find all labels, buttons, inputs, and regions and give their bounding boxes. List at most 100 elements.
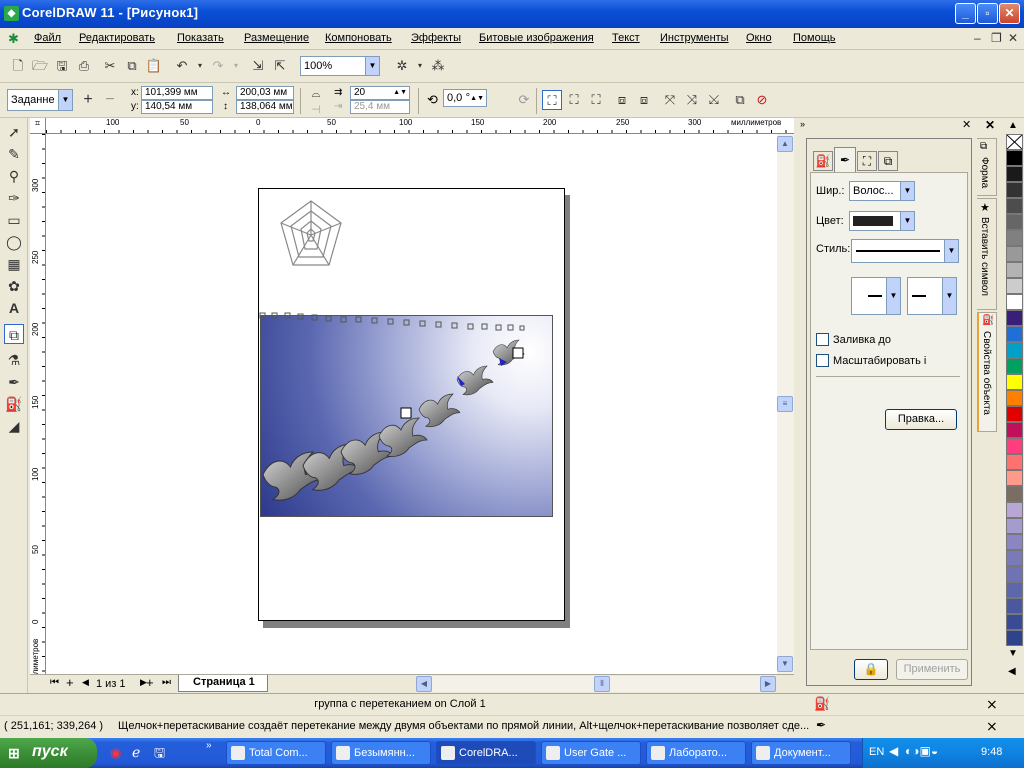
opera-icon[interactable]: ◉ bbox=[110, 745, 121, 761]
more-blend-options-icon[interactable]: ⤩ bbox=[704, 90, 724, 110]
prev-page-icon[interactable]: ◀ bbox=[82, 677, 89, 688]
doc-restore-icon[interactable]: ❐ bbox=[991, 31, 1002, 45]
menu-tools[interactable]: Инструменты bbox=[660, 32, 729, 44]
counterclockwise-blend-icon[interactable]: ⛶ bbox=[586, 90, 606, 110]
outline-width-select[interactable]: Волос... ▼ bbox=[849, 181, 915, 201]
outline-color-select[interactable]: ▼ bbox=[849, 211, 915, 231]
palette-swatch[interactable] bbox=[1006, 278, 1023, 294]
language-indicator[interactable]: EN bbox=[869, 746, 884, 758]
menu-help[interactable]: Помощь bbox=[793, 32, 836, 44]
palette-swatch[interactable] bbox=[1006, 294, 1023, 310]
palette-swatch[interactable] bbox=[1006, 438, 1023, 454]
scroll-right-icon[interactable]: ▶ bbox=[760, 676, 776, 692]
palette-swatch[interactable] bbox=[1006, 214, 1023, 230]
coreldraw-app-icon[interactable]: ◆ bbox=[4, 6, 19, 21]
palette-swatch[interactable] bbox=[1006, 230, 1023, 246]
eyedropper-tool-icon[interactable]: ⚗ bbox=[4, 350, 24, 370]
scroll-up-icon[interactable]: ▲ bbox=[777, 136, 793, 152]
height-field[interactable]: 138,064 мм bbox=[236, 100, 294, 114]
blend-tab-icon[interactable]: ⧉ bbox=[878, 151, 898, 171]
object-color-accel-icon[interactable]: ⧈ bbox=[612, 90, 632, 110]
scale-with-image-checkbox[interactable] bbox=[816, 354, 829, 367]
clockwise-blend-icon[interactable]: ⛶ bbox=[564, 90, 584, 110]
save-quicklaunch-icon[interactable]: 🖫 bbox=[154, 744, 165, 766]
chevron-down-icon[interactable]: ▼ bbox=[942, 278, 956, 314]
task-coreldraw[interactable]: CorelDRA... bbox=[436, 741, 536, 765]
ie-icon[interactable]: ℯ bbox=[132, 744, 140, 761]
palette-swatch[interactable] bbox=[1006, 166, 1023, 182]
blend-group[interactable] bbox=[260, 315, 553, 517]
vertical-ruler[interactable]: 300 250 200 150 100 50 0 миллиметров bbox=[30, 134, 46, 674]
blend-spacing-icon[interactable]: ⊣ bbox=[306, 100, 326, 120]
remove-preset-icon[interactable]: − bbox=[100, 90, 120, 110]
preset-select[interactable]: Заданне ▼ bbox=[7, 89, 73, 111]
vertical-scrollbar[interactable]: ▲ ≡ ▼ bbox=[777, 134, 794, 674]
blend-steps-field[interactable]: 20 ▲▼ bbox=[350, 86, 410, 100]
tab-insert-symbol[interactable]: ★ Вставить символ bbox=[977, 198, 997, 310]
first-page-icon[interactable]: ⏮ bbox=[50, 677, 59, 688]
palette-swatch[interactable] bbox=[1006, 550, 1023, 566]
launcher-dropdown-icon[interactable]: ▾ bbox=[410, 56, 430, 76]
quicklaunch-more-icon[interactable]: » bbox=[206, 740, 212, 751]
ruler-corner[interactable]: ⌗ bbox=[30, 118, 46, 134]
docker-window-close-icon[interactable]: ✕ bbox=[985, 118, 995, 132]
drawing-canvas[interactable] bbox=[46, 134, 777, 674]
chevron-down-icon[interactable]: ▼ bbox=[58, 90, 72, 110]
interactive-fill-tool-icon[interactable]: ◢ bbox=[4, 416, 24, 436]
task-laboratory[interactable]: Лаборато... bbox=[646, 741, 746, 765]
clear-blend-icon[interactable]: ⊘ bbox=[752, 90, 772, 110]
outline-indicator-icon[interactable]: ✒ bbox=[816, 718, 826, 732]
chevron-down-icon[interactable]: ▼ bbox=[886, 278, 900, 314]
undo-icon[interactable]: ↶ bbox=[172, 56, 192, 76]
palette-swatch[interactable] bbox=[1006, 502, 1023, 518]
task-usergate[interactable]: User Gate ... bbox=[541, 741, 641, 765]
interactive-blend-tool-icon[interactable]: ⧉ bbox=[4, 324, 24, 344]
graph-paper-tool-icon[interactable]: ▦ bbox=[4, 254, 24, 274]
outline-tool-icon[interactable]: ✒ bbox=[4, 372, 24, 392]
end-arrow-select[interactable]: ▼ bbox=[907, 277, 957, 315]
blend-spacing-field[interactable]: 25,4 мм bbox=[350, 100, 410, 114]
lock-icon[interactable]: 🔒 bbox=[854, 659, 888, 680]
freehand-tool-icon[interactable]: ✑ bbox=[4, 188, 24, 208]
palette-swatch[interactable] bbox=[1006, 486, 1023, 502]
basic-shapes-tool-icon[interactable]: ✿ bbox=[4, 276, 24, 296]
spider-web-icon[interactable] bbox=[277, 197, 345, 273]
palette-swatch[interactable] bbox=[1006, 598, 1023, 614]
add-page-after-icon[interactable]: + bbox=[146, 675, 154, 690]
menu-effects[interactable]: Эффекты bbox=[411, 32, 461, 44]
palette-swatch[interactable] bbox=[1006, 342, 1023, 358]
pick-tool-icon[interactable]: ➚ bbox=[4, 122, 24, 142]
palette-swatch[interactable] bbox=[1006, 630, 1023, 646]
blend-direction-field[interactable]: 0,0 ° ▲▼ bbox=[443, 89, 487, 107]
task-document[interactable]: Документ... bbox=[751, 741, 851, 765]
path-properties-icon[interactable]: ⤨ bbox=[682, 90, 702, 110]
palette-swatch[interactable] bbox=[1006, 198, 1023, 214]
new-icon[interactable]: 🗋 bbox=[8, 56, 28, 76]
palette-swatch[interactable] bbox=[1006, 182, 1023, 198]
menu-arrange[interactable]: Компоновать bbox=[325, 32, 392, 44]
y-position-field[interactable]: 140,54 мм bbox=[141, 100, 213, 114]
loop-blend-icon[interactable]: ⟳ bbox=[514, 90, 534, 110]
menu-bitmaps[interactable]: Битовые изображения bbox=[479, 32, 594, 44]
palette-swatch[interactable] bbox=[1006, 358, 1023, 374]
fill-tool-icon[interactable]: ⛽ bbox=[4, 394, 24, 414]
last-page-icon[interactable]: ⏭ bbox=[162, 677, 171, 688]
palette-swatch[interactable] bbox=[1006, 310, 1023, 326]
spin-icon[interactable]: ▲▼ bbox=[470, 91, 484, 106]
palette-swatch[interactable] bbox=[1006, 326, 1023, 342]
paste-icon[interactable]: 📋 bbox=[144, 56, 164, 76]
palette-swatch[interactable] bbox=[1006, 518, 1023, 534]
copy-icon[interactable]: ⧉ bbox=[122, 56, 142, 76]
import-icon[interactable]: ⇲ bbox=[248, 56, 268, 76]
save-icon[interactable]: 🖫 bbox=[52, 56, 72, 76]
add-preset-icon[interactable]: + bbox=[78, 90, 98, 110]
scroll-left-icon[interactable]: ◀ bbox=[416, 676, 432, 692]
palette-swatch[interactable] bbox=[1006, 262, 1023, 278]
palette-swatch[interactable] bbox=[1006, 614, 1023, 630]
behind-fill-checkbox[interactable] bbox=[816, 333, 829, 346]
fill-indicator-icon[interactable]: ⛽ bbox=[814, 696, 830, 712]
width-field[interactable]: 200,03 мм bbox=[236, 86, 294, 100]
doc-icon[interactable]: ✱ bbox=[8, 31, 19, 47]
palette-swatch[interactable] bbox=[1006, 534, 1023, 550]
no-outline-icon[interactable]: ⨯ bbox=[986, 718, 998, 735]
